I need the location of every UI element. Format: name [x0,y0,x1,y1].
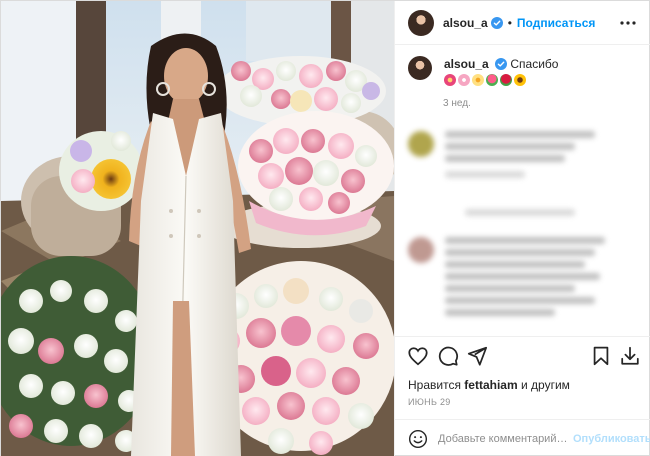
heart-icon[interactable] [407,345,429,367]
comment-line [465,209,575,216]
verified-badge-icon [495,58,508,70]
verified-badge-icon [490,16,503,29]
header-separator: • [507,15,512,30]
share-plane-icon[interactable] [466,345,488,367]
rose-icon [500,74,512,86]
hibiscus-icon [444,74,456,86]
download-icon[interactable] [619,345,641,367]
comment-line [445,249,595,256]
publish-comment-button[interactable]: Опубликовать [573,433,650,445]
caption-text: Спасибо [510,57,559,71]
comment-line [445,143,575,150]
caption-emojis [444,74,526,86]
post-date: ИЮНЬ 29 [408,397,451,407]
comment-input[interactable] [438,432,573,445]
follow-button[interactable]: Подписаться [517,16,595,30]
likes-summary: Нравится fettahiam и другим [408,378,570,392]
likes-prefix: Нравится [408,378,461,392]
blurred-comments [395,121,650,336]
likes-suffix[interactable]: и другим [521,378,570,392]
smile-icon[interactable] [408,429,428,449]
post-caption: alsou_a Спасибо [408,56,640,88]
comment-line [445,155,565,162]
sunflower-icon [514,74,526,86]
comment-line [445,297,595,304]
add-comment-bar: Опубликовать [395,419,650,456]
post-side-panel: alsou_a • Подписаться alsou_a Спасибо 3 … [394,1,650,456]
caption-avatar[interactable] [408,56,432,80]
caption-body: alsou_a Спасибо [444,56,640,88]
comment-line [445,131,595,138]
bookmark-icon[interactable] [590,345,612,367]
cherry-blossom-icon [458,74,470,86]
comment-icon[interactable] [437,345,459,367]
author-username[interactable]: alsou_a [443,16,488,30]
comment-line [445,171,525,178]
author-avatar[interactable] [408,9,434,36]
comment-line [445,309,555,316]
instagram-post: alsou_a • Подписаться alsou_a Спасибо 3 … [0,0,650,456]
blossom-icon [472,74,484,86]
caption-username[interactable]: alsou_a [444,57,489,71]
caption-time: 3 нед. [443,98,471,109]
likes-user-link[interactable]: fettahiam [464,378,517,392]
tulip-icon [486,74,498,86]
comment-avatar [408,237,434,263]
comment-avatar [408,131,434,157]
comment-line [445,261,585,268]
post-header: alsou_a • Подписаться [395,1,650,45]
comment-line [445,273,600,280]
more-horizontal-icon[interactable] [619,14,637,32]
action-bar [395,336,650,376]
comment-line [445,285,575,292]
photo-illustration [1,1,394,456]
comment-line [445,237,605,244]
post-photo[interactable] [1,1,394,456]
